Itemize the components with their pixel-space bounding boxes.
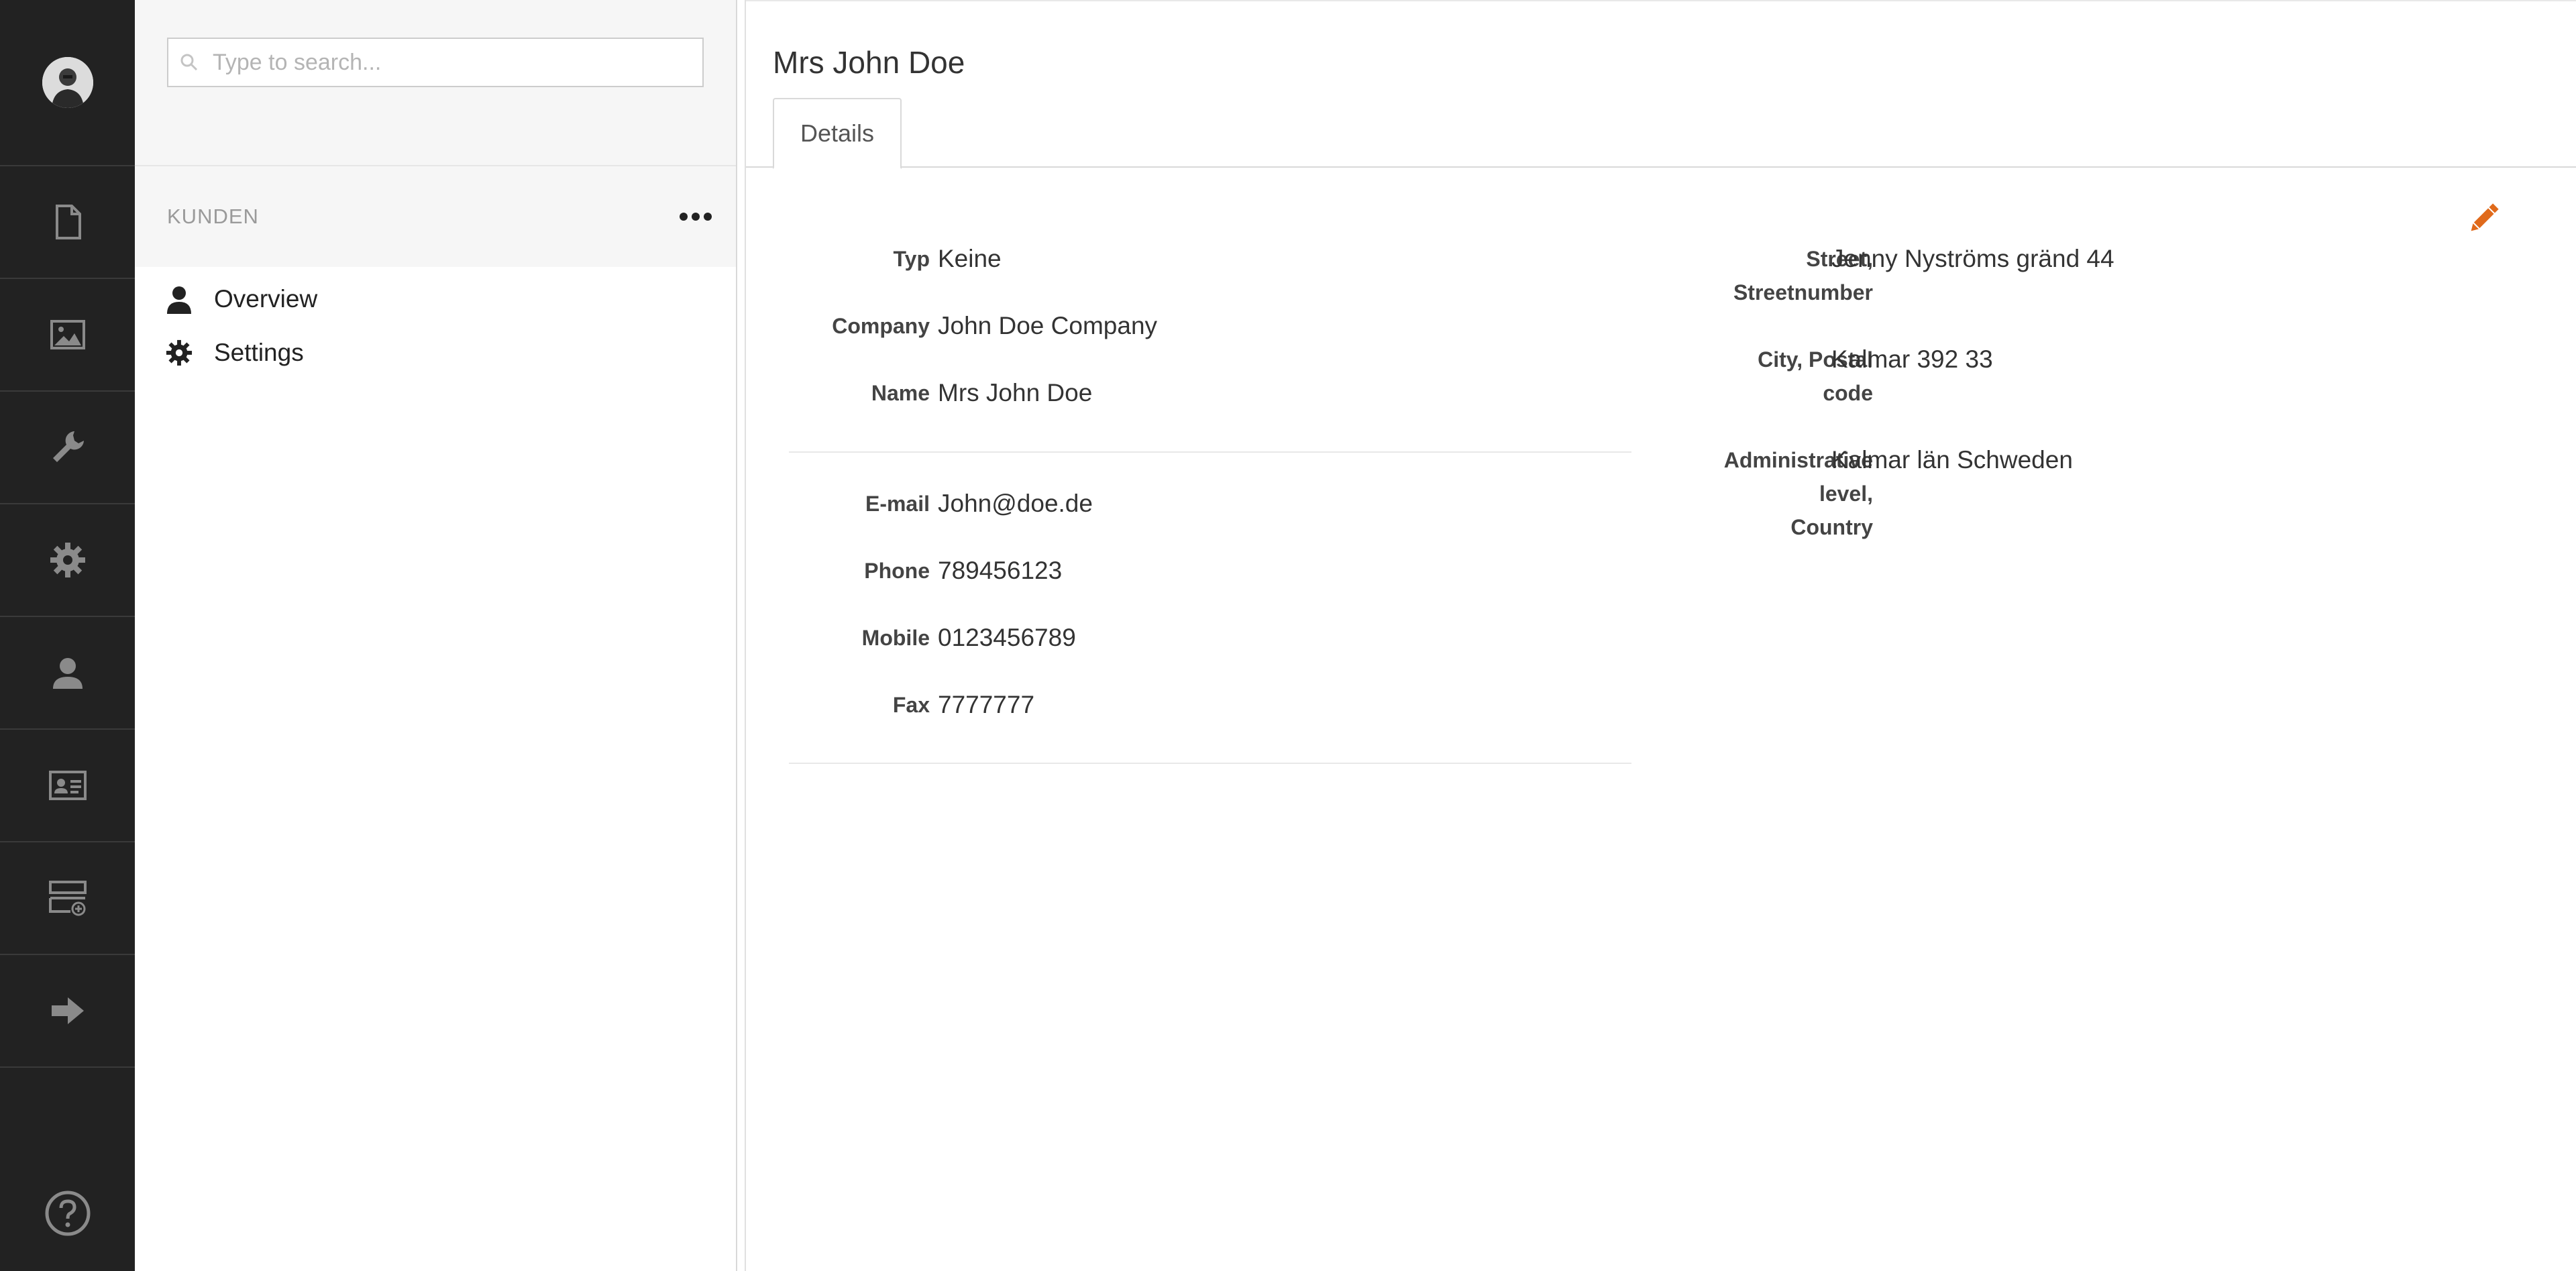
- field-value-name: Mrs John Doe: [938, 379, 1093, 406]
- edit-button[interactable]: [2465, 200, 2502, 237]
- section-title: KUNDEN: [167, 205, 259, 228]
- arrow-right-icon: [51, 997, 84, 1024]
- search-area: [135, 0, 736, 166]
- user-icon: [52, 658, 83, 689]
- subnav-item-label: Overview: [214, 285, 318, 313]
- field-label-type: Typ: [893, 247, 930, 271]
- user-icon: [167, 286, 191, 314]
- contact-card-icon: [48, 771, 87, 800]
- more-options-button[interactable]: [680, 213, 712, 221]
- help-icon: [45, 1191, 90, 1236]
- rail-item-users[interactable]: [0, 617, 135, 730]
- field-label-fax: Fax: [892, 693, 930, 717]
- field-value-email: John@doe.de: [938, 490, 1093, 517]
- rail-item-tools[interactable]: [0, 392, 135, 504]
- top-divider: [746, 0, 2576, 1]
- tab-details[interactable]: Details: [773, 98, 902, 169]
- gear-icon: [166, 339, 193, 366]
- rail-item-media[interactable]: [0, 279, 135, 392]
- search-box[interactable]: [167, 38, 704, 87]
- rail-item-contacts[interactable]: [0, 730, 135, 842]
- field-value-street: Jenny Nyströms gränd 44: [1831, 245, 2114, 272]
- tab-bar: Details: [746, 98, 2576, 169]
- pencil-icon: [2471, 203, 2499, 231]
- rail-item-logout[interactable]: [0, 955, 135, 1068]
- subnav-item-overview[interactable]: Overview: [135, 272, 736, 326]
- field-value-company: John Doe Company: [938, 312, 1158, 339]
- field-value-country: Kalmar län Schweden: [1831, 446, 2073, 474]
- ellipsis-icon: [680, 213, 688, 221]
- document-icon: [55, 205, 81, 239]
- field-value-fax: 7777777: [938, 691, 1035, 718]
- rail-item-pages[interactable]: [0, 166, 135, 279]
- field-label-mobile: Mobile: [861, 626, 930, 650]
- image-icon: [50, 320, 85, 349]
- page-title: Mrs John Doe: [773, 45, 965, 80]
- user-photo-icon: [42, 57, 93, 108]
- gear-icon: [50, 543, 85, 577]
- field-value-mobile: 0123456789: [938, 624, 1076, 651]
- avatar-area: [0, 0, 135, 166]
- section-header: KUNDEN: [135, 166, 736, 267]
- rail-item-settings[interactable]: [0, 504, 135, 617]
- field-label-phone: Phone: [864, 559, 930, 583]
- help-button[interactable]: [0, 1189, 135, 1237]
- field-label-name: Name: [871, 381, 930, 405]
- search-icon: [180, 54, 198, 71]
- rail-item-layout[interactable]: [0, 842, 135, 955]
- main-content: Mrs John Doe Details Typ Keine Company J…: [745, 0, 2576, 1271]
- avatar[interactable]: [42, 57, 93, 108]
- field-value-phone: 789456123: [938, 557, 1063, 584]
- field-label-company: Company: [832, 314, 930, 338]
- section-divider: [789, 763, 1631, 764]
- field-value-type: Keine: [938, 245, 1002, 272]
- search-input[interactable]: [211, 48, 681, 76]
- field-label-email: E-mail: [865, 492, 930, 516]
- wrench-icon: [52, 431, 84, 462]
- subnav-item-settings[interactable]: Settings: [135, 326, 736, 380]
- secondary-navigation: KUNDEN Overview: [135, 0, 737, 1271]
- subnav-list: Overview Settings: [135, 267, 736, 380]
- add-layout-icon: [48, 881, 87, 916]
- section-divider: [789, 451, 1631, 453]
- main-sidebar: [0, 0, 135, 1271]
- subnav-item-label: Settings: [214, 339, 304, 366]
- field-value-city: Kalmar 392 33: [1831, 345, 1993, 373]
